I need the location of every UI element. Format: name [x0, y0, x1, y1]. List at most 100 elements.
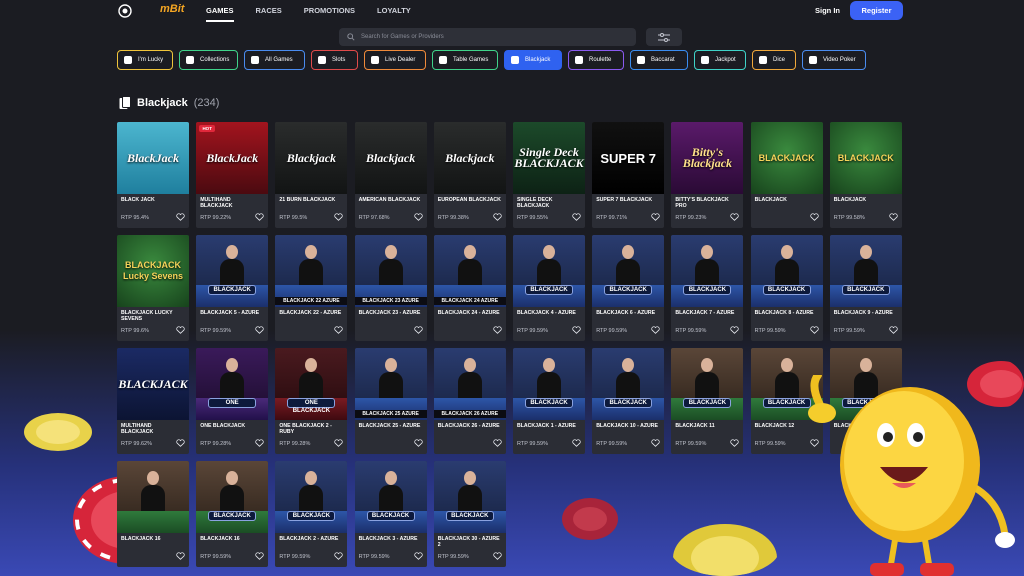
- favorite-heart-icon[interactable]: [889, 213, 898, 221]
- game-card[interactable]: BLACKJACK 26 AZURE BLACKJACK 26 - AZURE: [433, 348, 506, 454]
- game-thumbnail[interactable]: Bitty's Blackjack: [671, 122, 744, 194]
- game-thumbnail[interactable]: BLACKJACK: [513, 235, 585, 307]
- game-card[interactable]: BLACKJACK BLACKJACK RTP 99.58%: [829, 122, 902, 228]
- favorite-heart-icon[interactable]: [493, 213, 502, 221]
- game-card[interactable]: BLACKJACK BLACKJACK 4 - AZURE RTP 99.59%: [513, 235, 585, 341]
- favorite-heart-icon[interactable]: [651, 439, 660, 447]
- logo-text[interactable]: mBit: [160, 3, 184, 15]
- game-thumbnail[interactable]: [117, 461, 189, 533]
- category-chip-live-dealer[interactable]: Live Dealer: [364, 50, 426, 70]
- game-card[interactable]: BLACKJACK 23 AZURE BLACKJACK 23 - AZURE: [354, 235, 427, 341]
- game-thumbnail[interactable]: BLACKJACK: [275, 461, 348, 533]
- category-chip-table-games[interactable]: Table Games: [432, 50, 498, 70]
- game-card[interactable]: BLACKJACK 22 AZURE BLACKJACK 22 - AZURE: [275, 235, 348, 341]
- game-card[interactable]: Bitty's Blackjack BITTY'S BLACKJACK PRO RT…: [671, 122, 744, 228]
- filter-button[interactable]: [646, 28, 682, 46]
- game-card[interactable]: BLACKJACK 16: [117, 461, 189, 567]
- favorite-heart-icon[interactable]: [730, 326, 740, 334]
- favorite-heart-icon[interactable]: [413, 213, 423, 221]
- game-card[interactable]: SUPER 7 SUPER 7 BLACKJACK RTP 99.71%: [592, 122, 665, 228]
- category-chip-jackpot[interactable]: Jackpot: [694, 50, 746, 70]
- category-chip-i-m-lucky[interactable]: I'm Lucky: [117, 50, 173, 70]
- game-card[interactable]: Blackjack AMERICAN BLACKJACK RTP 97.68%: [354, 122, 427, 228]
- game-thumbnail[interactable]: BLACKJACK: [513, 348, 585, 420]
- favorite-heart-icon[interactable]: [334, 326, 344, 334]
- game-thumbnail[interactable]: BLACKJACK: [354, 461, 427, 533]
- game-card[interactable]: Blackjack EUROPEAN BLACKJACK RTP 99.38%: [433, 122, 506, 228]
- game-thumbnail[interactable]: ONE BLACKJACK: [275, 348, 348, 420]
- game-card[interactable]: BLACKJACK BLACKJACK 7 - AZURE RTP 99.59%: [671, 235, 744, 341]
- game-thumbnail[interactable]: Blackjack: [354, 122, 427, 194]
- favorite-heart-icon[interactable]: [651, 326, 660, 334]
- nav-games[interactable]: GAMES: [206, 0, 234, 22]
- game-thumbnail[interactable]: SUPER 7: [592, 122, 665, 194]
- game-card[interactable]: BlackJack BLACK JACK RTP 95.4%: [117, 122, 189, 228]
- game-card[interactable]: BLACKJACK BLACKJACK 16 RTP 99.59%: [196, 461, 269, 567]
- nav-promotions[interactable]: PROMOTIONS: [304, 0, 355, 22]
- favorite-heart-icon[interactable]: [493, 439, 502, 447]
- game-card[interactable]: BLACKJACK BLACKJACK 2 - AZURE RTP 99.59%: [275, 461, 348, 567]
- game-card[interactable]: BlackJack HOT MULTIHAND BLACKJACK RTP 99.22…: [196, 122, 269, 228]
- game-thumbnail[interactable]: BLACKJACK: [592, 348, 665, 420]
- game-thumbnail[interactable]: ONE: [196, 348, 269, 420]
- favorite-heart-icon[interactable]: [889, 326, 898, 334]
- game-card[interactable]: BLACKJACK BLACKJACK 11 RTP 99.59%: [671, 348, 744, 454]
- favorite-heart-icon[interactable]: [176, 213, 185, 221]
- category-chip-blackjack[interactable]: Blackjack: [504, 50, 562, 70]
- game-card[interactable]: Single Deck BLACKJACK SINGLE DECK BLACKJA…: [513, 122, 585, 228]
- game-thumbnail[interactable]: BLACKJACK: [196, 461, 269, 533]
- game-thumbnail[interactable]: BLACKJACK: [671, 235, 744, 307]
- favorite-heart-icon[interactable]: [255, 552, 264, 560]
- game-thumbnail[interactable]: Blackjack: [433, 122, 506, 194]
- category-chip-baccarat[interactable]: Baccarat: [630, 50, 688, 70]
- game-card[interactable]: ONE ONE BLACKJACK RTP 99.28%: [196, 348, 269, 454]
- game-card[interactable]: BLACKJACK BLACKJACK 30 - AZURE 2 RTP 99.59…: [433, 461, 506, 567]
- category-chip-video-poker[interactable]: Video Poker: [802, 50, 866, 70]
- game-card[interactable]: Blackjack 21 BURN BLACKJACK RTP 99.5%: [275, 122, 348, 228]
- nav-loyalty[interactable]: LOYALTY: [377, 0, 411, 22]
- game-thumbnail[interactable]: BLACKJACK: [117, 348, 189, 420]
- game-card[interactable]: BLACKJACK BLACKJACK 9 - AZURE RTP 99.59%: [829, 235, 902, 341]
- game-thumbnail[interactable]: BLACKJACK: [196, 235, 269, 307]
- game-card[interactable]: BLACKJACK BLACKJACK 3 - AZURE RTP 99.59%: [354, 461, 427, 567]
- game-thumbnail[interactable]: BLACKJACK 22 AZURE: [275, 235, 348, 307]
- game-card[interactable]: BLACKJACK BLACKJACK 1 - AZURE RTP 99.59%: [513, 348, 585, 454]
- category-chip-dice[interactable]: Dice: [752, 50, 796, 70]
- register-button[interactable]: Register: [850, 1, 903, 20]
- favorite-heart-icon[interactable]: [334, 552, 344, 560]
- game-card[interactable]: BLACKJACK MULTIHAND BLACKJACK RTP 99.62%: [117, 348, 189, 454]
- favorite-heart-icon[interactable]: [413, 552, 423, 560]
- game-thumbnail[interactable]: BLACKJACK: [829, 235, 902, 307]
- game-thumbnail[interactable]: BLACKJACK 26 AZURE: [433, 348, 506, 420]
- game-thumbnail[interactable]: BLACKJACK: [592, 235, 665, 307]
- game-card[interactable]: BLACKJACK BLACKJACK 5 - AZURE RTP 99.59%: [196, 235, 269, 341]
- favorite-heart-icon[interactable]: [255, 213, 264, 221]
- favorite-heart-icon[interactable]: [572, 439, 581, 447]
- game-thumbnail[interactable]: Blackjack: [275, 122, 348, 194]
- game-thumbnail[interactable]: BlackJack HOT: [196, 122, 269, 194]
- logo-mark-icon[interactable]: [118, 4, 132, 18]
- game-card[interactable]: BLACKJACK Lucky Sevens BLACKJACK LUCKY SE…: [117, 235, 189, 341]
- favorite-heart-icon[interactable]: [809, 326, 819, 334]
- favorite-heart-icon[interactable]: [651, 213, 660, 221]
- category-chip-collections[interactable]: Collections: [179, 50, 238, 70]
- game-card[interactable]: BLACKJACK 24 AZURE BLACKJACK 24 - AZURE: [433, 235, 506, 341]
- category-chip-all-games[interactable]: All Games: [244, 50, 305, 70]
- game-card[interactable]: ONE BLACKJACK ONE BLACKJACK 2 - RUBY RTP 9…: [275, 348, 348, 454]
- game-card[interactable]: BLACKJACK 25 AZURE BLACKJACK 25 - AZURE: [354, 348, 427, 454]
- game-thumbnail[interactable]: BLACKJACK 25 AZURE: [354, 348, 427, 420]
- favorite-heart-icon[interactable]: [176, 326, 185, 334]
- favorite-heart-icon[interactable]: [413, 439, 423, 447]
- favorite-heart-icon[interactable]: [413, 326, 423, 334]
- sign-in-link[interactable]: Sign In: [815, 6, 840, 15]
- favorite-heart-icon[interactable]: [255, 326, 264, 334]
- category-chip-roulette[interactable]: Roulette: [568, 50, 624, 70]
- category-chip-slots[interactable]: Slots: [311, 50, 358, 70]
- game-thumbnail[interactable]: BLACKJACK: [829, 122, 902, 194]
- favorite-heart-icon[interactable]: [493, 326, 502, 334]
- game-card[interactable]: BLACKJACK BLACKJACK 6 - AZURE RTP 99.59%: [592, 235, 665, 341]
- favorite-heart-icon[interactable]: [334, 439, 344, 447]
- game-thumbnail[interactable]: BLACKJACK: [433, 461, 506, 533]
- search-input[interactable]: Search for Games or Providers: [339, 28, 636, 46]
- favorite-heart-icon[interactable]: [176, 439, 185, 447]
